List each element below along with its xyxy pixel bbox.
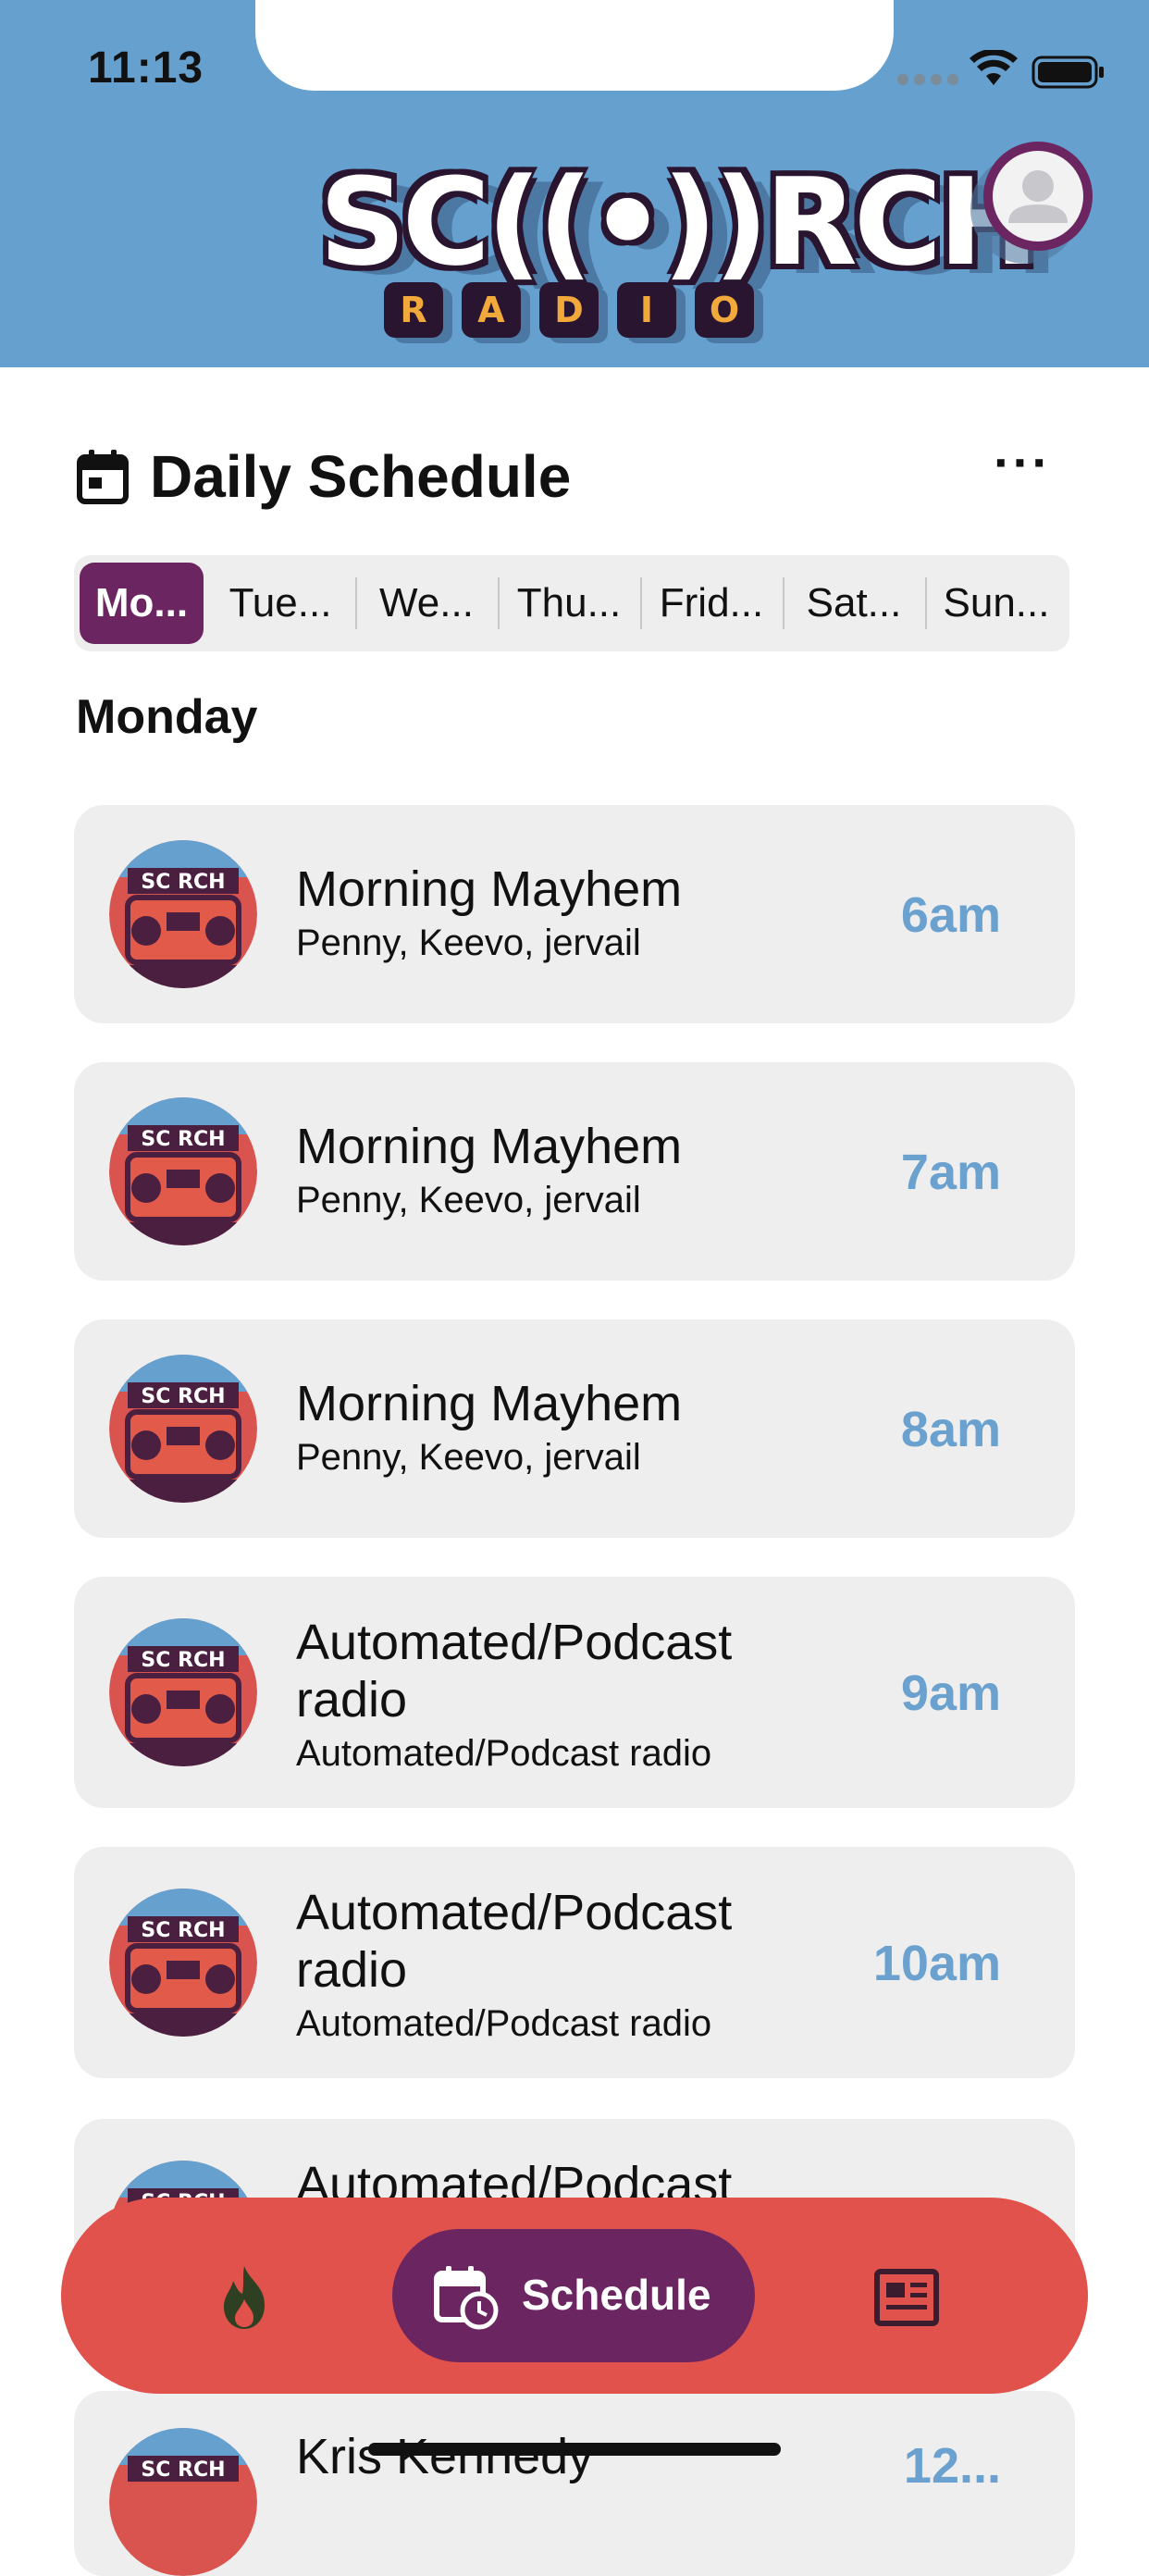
calendar-clock-icon xyxy=(434,2266,499,2330)
status-time: 11:13 xyxy=(88,43,204,93)
show-time: 10am xyxy=(872,1936,1001,1991)
profile-button[interactable] xyxy=(983,142,1093,251)
show-artwork: SC RCH xyxy=(109,1618,257,1766)
show-hosts: Automated/Podcast radio xyxy=(296,1733,712,1774)
show-title: Morning Mayhem xyxy=(296,861,683,917)
show-time: 6am xyxy=(900,887,1001,943)
wifi-icon xyxy=(970,50,1018,85)
logo-letter: O xyxy=(695,282,754,338)
logo-letter: A xyxy=(462,282,521,338)
cellular-signal-icon xyxy=(897,74,958,85)
schedule-card[interactable]: SC RCH Kris Kennedy 12... xyxy=(74,2391,1075,2576)
schedule-card[interactable]: SC RCH Automated/Podcast radio Automated… xyxy=(74,1577,1075,1808)
show-title: Morning Mayhem xyxy=(296,1376,683,1431)
logo-letter: D xyxy=(539,282,599,338)
tab-schedule[interactable]: Schedule xyxy=(392,2229,755,2362)
section-title: Daily Schedule xyxy=(150,443,572,510)
home-indicator xyxy=(368,2443,781,2456)
app-header: 11:13 SC((•))RCH R A D I O xyxy=(0,0,1149,367)
selected-day-heading: Monday xyxy=(76,690,258,744)
svg-text:SC RCH: SC RCH xyxy=(141,871,225,894)
section-header: Daily Schedule xyxy=(76,443,572,510)
show-time: 8am xyxy=(900,1402,1001,1457)
battery-icon xyxy=(1032,56,1104,89)
logo-subtitle: R A D I O xyxy=(384,282,754,338)
svg-text:SC RCH: SC RCH xyxy=(141,1385,225,1408)
day-tab-wednesday[interactable]: We... xyxy=(357,563,496,644)
show-artwork: SC RCH xyxy=(109,1355,257,1503)
svg-text:SC RCH: SC RCH xyxy=(141,1649,225,1672)
schedule-list: SC RCH Morning Mayhem Penny, Keevo, jerv… xyxy=(0,0,1149,2576)
newspaper-icon[interactable] xyxy=(871,2262,942,2333)
svg-text:SC RCH: SC RCH xyxy=(141,2458,225,2482)
svg-text:SC RCH: SC RCH xyxy=(141,1128,225,1151)
bottom-tab-bar: Schedule xyxy=(61,2198,1088,2394)
day-selector: Mo... Tue... We... Thu... Frid... Sat...… xyxy=(74,555,1069,651)
svg-text:SC RCH: SC RCH xyxy=(141,1919,225,1942)
tab-schedule-label: Schedule xyxy=(522,2271,711,2319)
schedule-card[interactable]: SC RCH Automated/Podcast radio Automated… xyxy=(74,1847,1075,2078)
logo-wordmark: SC((•))RCH xyxy=(319,152,1039,292)
show-hosts: Automated/Podcast radio xyxy=(296,2003,712,2044)
more-options-button[interactable]: ··· xyxy=(990,437,1055,500)
scorch-radio-logo: SC((•))RCH R A D I O xyxy=(319,152,1039,342)
day-tab-friday[interactable]: Frid... xyxy=(642,563,781,644)
show-artwork: SC RCH xyxy=(109,840,257,988)
show-title: Morning Mayhem xyxy=(296,1119,683,1174)
show-artwork: SC RCH xyxy=(109,1889,257,2037)
show-time: 7am xyxy=(900,1145,1001,1200)
show-artwork: SC RCH xyxy=(109,2428,257,2576)
user-icon xyxy=(1008,170,1068,223)
logo-letter: R xyxy=(384,282,443,338)
device-notch xyxy=(255,0,894,91)
show-artwork: SC RCH xyxy=(109,1097,257,1245)
schedule-card[interactable]: SC RCH Morning Mayhem Penny, Keevo, jerv… xyxy=(74,1319,1075,1538)
status-indicators xyxy=(897,48,1119,94)
schedule-card[interactable]: SC RCH Morning Mayhem Penny, Keevo, jerv… xyxy=(74,1062,1075,1281)
flame-icon[interactable] xyxy=(209,2262,279,2333)
day-tab-sunday[interactable]: Sun... xyxy=(927,563,1066,644)
show-hosts: Penny, Keevo, jervail xyxy=(296,923,641,963)
show-title: Automated/Podcast radio xyxy=(296,1885,733,1998)
logo-letter: I xyxy=(617,282,676,338)
schedule-card[interactable]: SC RCH Morning Mayhem Penny, Keevo, jerv… xyxy=(74,805,1075,1023)
calendar-icon xyxy=(77,450,129,504)
day-tab-thursday[interactable]: Thu... xyxy=(500,563,638,644)
day-tab-tuesday[interactable]: Tue... xyxy=(211,563,350,644)
show-time: 12... xyxy=(903,2438,1001,2494)
show-time: 9am xyxy=(900,1666,1001,1721)
show-title: Automated/Podcast radio xyxy=(296,1615,733,1728)
day-tab-monday[interactable]: Mo... xyxy=(80,563,204,644)
day-tab-saturday[interactable]: Sat... xyxy=(785,563,923,644)
show-hosts: Penny, Keevo, jervail xyxy=(296,1437,641,1478)
show-hosts: Penny, Keevo, jervail xyxy=(296,1180,641,1220)
show-title: Kris Kennedy xyxy=(296,2429,594,2484)
avatar xyxy=(993,151,1083,242)
